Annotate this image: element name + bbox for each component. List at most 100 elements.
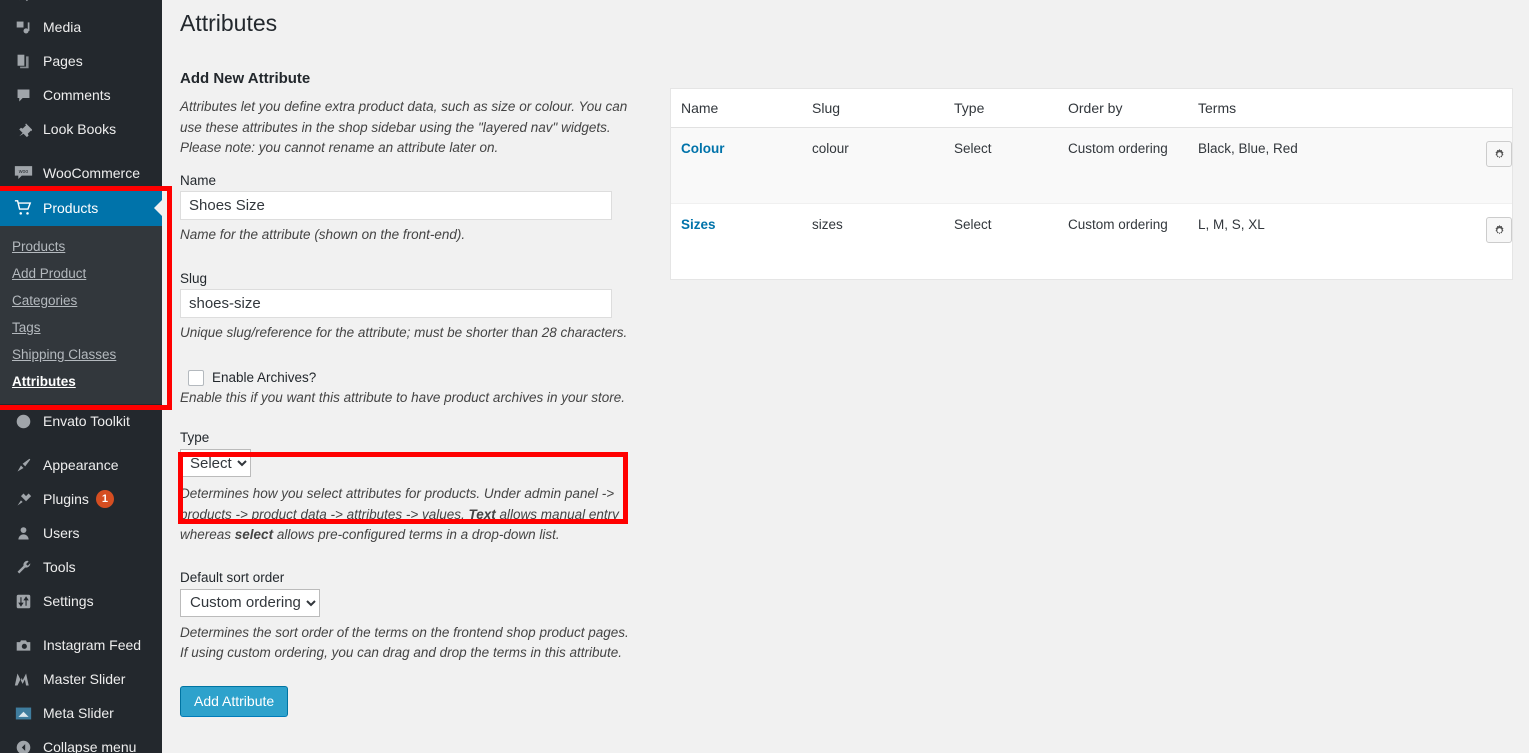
sidebar-item-users[interactable]: Users	[0, 516, 162, 550]
cell-order-by: Custom ordering	[1058, 204, 1188, 279]
name-label: Name	[180, 173, 642, 188]
attributes-table-panel: Name Slug Type Order by Terms Colour	[642, 42, 1513, 717]
table-row: Sizes sizes Select Custom ordering L, M,…	[671, 204, 1512, 279]
cell-type: Select	[944, 204, 1058, 279]
attribute-type-select[interactable]: Select Text	[180, 449, 251, 477]
admin-screen: Posts Media Pages Comments	[0, 0, 1529, 753]
submenu-item-attributes[interactable]: Attributes	[0, 368, 162, 395]
sidebar-item-label: Pages	[43, 44, 83, 78]
sidebar-item-envato-toolkit[interactable]: Envato Toolkit	[0, 404, 162, 438]
sidebar-item-label: Tools	[43, 550, 76, 584]
attributes-table: Name Slug Type Order by Terms Colour	[670, 88, 1513, 280]
meta-slider-icon	[12, 703, 34, 723]
gear-icon[interactable]	[1486, 141, 1512, 167]
name-help-text: Name for the attribute (shown on the fro…	[180, 225, 635, 246]
attribute-link-sizes[interactable]: Sizes	[681, 217, 716, 232]
name-field-group: Name Name for the attribute (shown on th…	[180, 173, 642, 246]
submenu-item-add-product[interactable]: Add Product	[0, 260, 162, 287]
appearance-brush-icon	[12, 455, 34, 475]
column-header-terms[interactable]: Terms	[1188, 89, 1456, 128]
collapse-arrow-icon	[12, 737, 34, 753]
attribute-link-colour[interactable]: Colour	[681, 141, 725, 156]
sidebar-separator	[0, 438, 162, 448]
submenu-item-shipping-classes[interactable]: Shipping Classes	[0, 341, 162, 368]
submenu-item-tags[interactable]: Tags	[0, 314, 162, 341]
sidebar-item-label: Collapse menu	[43, 730, 136, 753]
type-help-part3: allows pre-configured terms in a drop-do…	[273, 527, 560, 542]
pin-icon	[12, 0, 34, 3]
admin-sidebar: Posts Media Pages Comments	[0, 0, 162, 753]
sidebar-item-label: Users	[43, 516, 80, 550]
submenu-item-products[interactable]: Products	[0, 233, 162, 260]
sidebar-separator	[0, 146, 162, 156]
main-content: Attributes Add New Attribute Attributes …	[162, 0, 1529, 753]
sidebar-item-tools[interactable]: Tools	[0, 550, 162, 584]
sidebar-item-look-books[interactable]: Look Books	[0, 112, 162, 146]
sidebar-item-appearance[interactable]: Appearance	[0, 448, 162, 482]
cell-slug: colour	[802, 128, 944, 204]
type-help-bold-text: Text	[469, 507, 496, 522]
camera-icon	[12, 635, 34, 655]
sidebar-item-settings[interactable]: Settings	[0, 584, 162, 618]
slug-help-text: Unique slug/reference for the attribute;…	[180, 323, 635, 344]
comments-icon	[12, 85, 34, 105]
add-attribute-panel: Add New Attribute Attributes let you def…	[180, 42, 642, 717]
sidebar-item-label: WooCommerce	[43, 156, 140, 190]
table-header-row: Name Slug Type Order by Terms	[671, 89, 1512, 128]
enable-archives-row: Enable Archives?	[180, 370, 642, 386]
cell-name: Colour	[671, 128, 802, 204]
cart-icon	[12, 198, 34, 218]
sidebar-item-comments[interactable]: Comments	[0, 78, 162, 112]
pages-icon	[12, 51, 34, 71]
column-header-type[interactable]: Type	[944, 89, 1058, 128]
content-columns: Add New Attribute Attributes let you def…	[162, 42, 1529, 717]
sort-order-field-group: Default sort order Custom ordering Name …	[180, 570, 642, 664]
attributes-table-body: Colour colour Select Custom ordering Bla…	[671, 128, 1512, 279]
default-sort-order-select[interactable]: Custom ordering Name Name (numeric) Term…	[180, 589, 320, 617]
column-header-slug[interactable]: Slug	[802, 89, 944, 128]
sidebar-item-instagram-feed[interactable]: Instagram Feed	[0, 628, 162, 662]
sidebar-item-woocommerce[interactable]: woo WooCommerce	[0, 156, 162, 190]
add-new-attribute-description: Attributes let you define extra product …	[180, 97, 635, 159]
sort-order-label: Default sort order	[180, 570, 642, 585]
sidebar-item-products[interactable]: Products	[0, 190, 162, 226]
sidebar-item-label: Master Slider	[43, 662, 125, 696]
sidebar-item-label: Appearance	[43, 448, 119, 482]
submenu-item-categories[interactable]: Categories	[0, 287, 162, 314]
column-header-name[interactable]: Name	[671, 89, 802, 128]
settings-sliders-icon	[12, 591, 34, 611]
sidebar-item-posts[interactable]: Posts	[0, 0, 162, 10]
plugin-icon	[12, 489, 34, 509]
cell-actions	[1456, 128, 1512, 204]
sidebar-item-media[interactable]: Media	[0, 10, 162, 44]
column-header-actions	[1456, 89, 1512, 128]
add-attribute-button[interactable]: Add Attribute	[180, 686, 288, 717]
sidebar-item-label: Instagram Feed	[43, 628, 141, 662]
archives-field-group: Enable Archives? Enable this if you want…	[180, 370, 642, 409]
sidebar-item-label: Comments	[43, 78, 111, 112]
column-header-order-by[interactable]: Order by	[1058, 89, 1188, 128]
enable-archives-checkbox[interactable]	[188, 370, 204, 386]
plugins-update-badge: 1	[96, 490, 114, 508]
sidebar-item-label: Settings	[43, 584, 94, 618]
attribute-slug-input[interactable]	[180, 289, 612, 318]
sidebar-item-meta-slider[interactable]: Meta Slider	[0, 696, 162, 730]
cell-name: Sizes	[671, 204, 802, 279]
type-field-group: Type Select Text Determines how you sele…	[180, 430, 642, 546]
sidebar-item-master-slider[interactable]: Master Slider	[0, 662, 162, 696]
type-label: Type	[180, 430, 642, 445]
products-submenu: Products Add Product Categories Tags Shi…	[0, 226, 162, 404]
attribute-name-input[interactable]	[180, 191, 612, 220]
attributes-table-head: Name Slug Type Order by Terms	[671, 89, 1512, 128]
media-icon	[12, 17, 34, 37]
sidebar-item-collapse-menu[interactable]: Collapse menu	[0, 730, 162, 753]
cell-type: Select	[944, 128, 1058, 204]
sidebar-item-pages[interactable]: Pages	[0, 44, 162, 78]
sidebar-item-label: Media	[43, 10, 81, 44]
page-title: Attributes	[162, 0, 1529, 42]
cell-terms: Black, Blue, Red	[1188, 128, 1456, 204]
enable-archives-label[interactable]: Enable Archives?	[212, 370, 316, 385]
sidebar-item-plugins[interactable]: Plugins 1	[0, 482, 162, 516]
cell-actions	[1456, 204, 1512, 279]
gear-icon[interactable]	[1486, 217, 1512, 243]
